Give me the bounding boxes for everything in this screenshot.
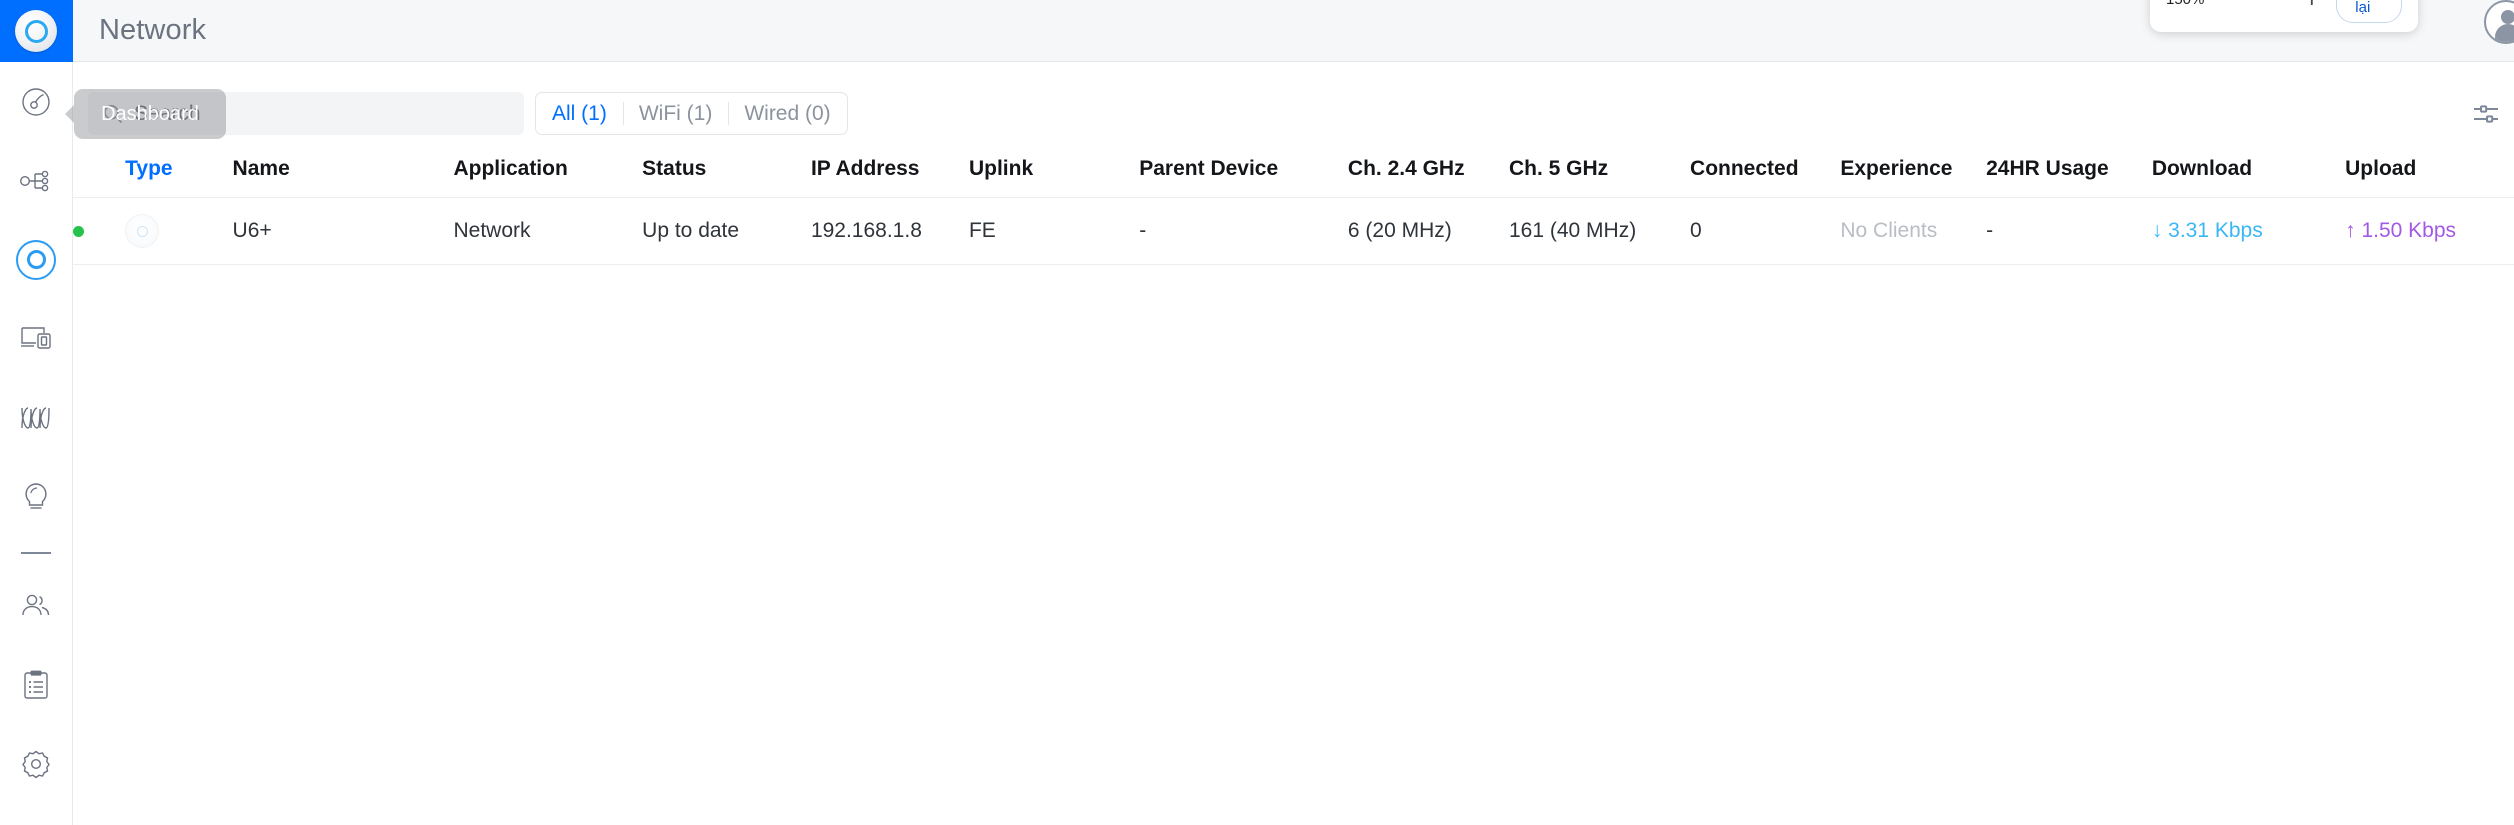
devices-table: Type Name Application Status IP Address … — [73, 147, 2514, 825]
cell-parent-device: - — [1139, 197, 1348, 265]
search-input[interactable]: Search — [88, 92, 524, 135]
col-24hr-usage[interactable]: 24HR Usage — [1986, 147, 2152, 198]
lightbulb-icon — [21, 481, 51, 513]
zoom-level-label: 150% — [2166, 0, 2204, 8]
cell-connected: 0 — [1690, 197, 1841, 265]
zoom-reset-button[interactable]: Đặt lại — [2336, 0, 2402, 23]
col-name[interactable]: Name — [232, 147, 454, 198]
topology-nodes-icon — [19, 166, 53, 196]
col-ch-5ghz[interactable]: Ch. 5 GHz — [1509, 147, 1691, 198]
access-point-device-icon — [125, 214, 160, 248]
sidebar-item-topology[interactable] — [0, 141, 73, 220]
browser-zoom-popup: 150% − + Đặt lại — [2150, 0, 2418, 32]
cell-24hr-usage: - — [1986, 197, 2152, 265]
col-ip-address[interactable]: IP Address — [810, 147, 969, 198]
gear-icon — [20, 748, 52, 780]
col-ch-24ghz[interactable]: Ch. 2.4 GHz — [1347, 147, 1509, 198]
row-device-thumb-cell — [125, 197, 233, 265]
sidebar-item-statistics[interactable] — [0, 378, 73, 457]
unifi-network-app: Network Search All (1) WiFi (1) Wired (0… — [0, 0, 2514, 825]
app-header: Network — [73, 0, 2514, 62]
cell-ch-5ghz: 161 (40 MHz) — [1509, 197, 1691, 265]
col-connected[interactable]: Connected — [1690, 147, 1841, 198]
sidebar-item-devices[interactable] — [0, 220, 73, 299]
status-badge — [73, 226, 84, 237]
cell-name: U6+ — [232, 197, 454, 265]
sidebar-divider — [21, 552, 51, 554]
table-row[interactable]: U6+ Network Up to date 192.168.1.8 FE - … — [73, 197, 2514, 265]
tab-wifi[interactable]: WiFi (1) — [622, 93, 728, 134]
page-title: Network — [99, 14, 207, 46]
sliders-filter-icon[interactable] — [2468, 96, 2504, 132]
cell-download: ↓ 3.31 Kbps — [2151, 197, 2346, 265]
access-point-icon — [16, 239, 56, 280]
cell-status: Up to date — [642, 197, 811, 265]
sidebar-item-logs[interactable] — [0, 645, 73, 724]
col-download[interactable]: Download — [2151, 147, 2346, 198]
col-upload[interactable]: Upload — [2345, 147, 2514, 198]
sidebar — [0, 0, 73, 825]
table-header-row: Type Name Application Status IP Address … — [73, 147, 2514, 198]
sidebar-item-dashboard[interactable] — [0, 62, 73, 141]
sidebar-item-settings[interactable] — [0, 724, 73, 803]
sidebar-item-insights[interactable] — [0, 457, 73, 536]
search-icon — [102, 103, 124, 125]
cell-experience: No Clients — [1840, 197, 1987, 265]
sidebar-item-users[interactable] — [0, 566, 73, 645]
cell-application: Network — [453, 197, 643, 265]
col-status[interactable]: Status — [642, 147, 811, 198]
sidebar-item-clients[interactable] — [0, 299, 73, 378]
col-experience[interactable]: Experience — [1840, 147, 1987, 198]
col-uplink[interactable]: Uplink — [968, 147, 1140, 198]
search-placeholder: Search — [134, 101, 201, 125]
table-body: U6+ Network Up to date 192.168.1.8 FE - … — [73, 197, 2514, 265]
device-filter-tabs: All (1) WiFi (1) Wired (0) — [535, 92, 848, 135]
zoom-in-button[interactable]: + — [2303, 0, 2320, 12]
sidebar-logo[interactable] — [0, 0, 73, 62]
row-status-dot-cell — [73, 197, 126, 265]
cell-uplink: FE — [968, 197, 1140, 265]
users-icon — [20, 592, 52, 620]
dashboard-gauge-icon — [20, 86, 52, 118]
unifi-ap-logo-icon — [15, 10, 57, 52]
cell-ch-24ghz: 6 (20 MHz) — [1347, 197, 1509, 265]
cell-ip-address: 192.168.1.8 — [810, 197, 969, 265]
devices-screen-icon — [19, 325, 53, 353]
cell-upload: ↑ 1.50 Kbps — [2345, 197, 2514, 265]
col-application[interactable]: Application — [453, 147, 643, 198]
waveform-icon — [19, 404, 53, 432]
tab-all[interactable]: All (1) — [536, 93, 623, 134]
col-status-indicator — [73, 147, 126, 198]
clipboard-list-icon — [22, 669, 50, 701]
zoom-out-button[interactable]: − — [2270, 0, 2287, 12]
col-parent-device[interactable]: Parent Device — [1139, 147, 1348, 198]
col-type[interactable]: Type — [125, 147, 233, 198]
table-header: Type Name Application Status IP Address … — [73, 147, 2514, 198]
tab-wired[interactable]: Wired (0) — [728, 93, 846, 134]
